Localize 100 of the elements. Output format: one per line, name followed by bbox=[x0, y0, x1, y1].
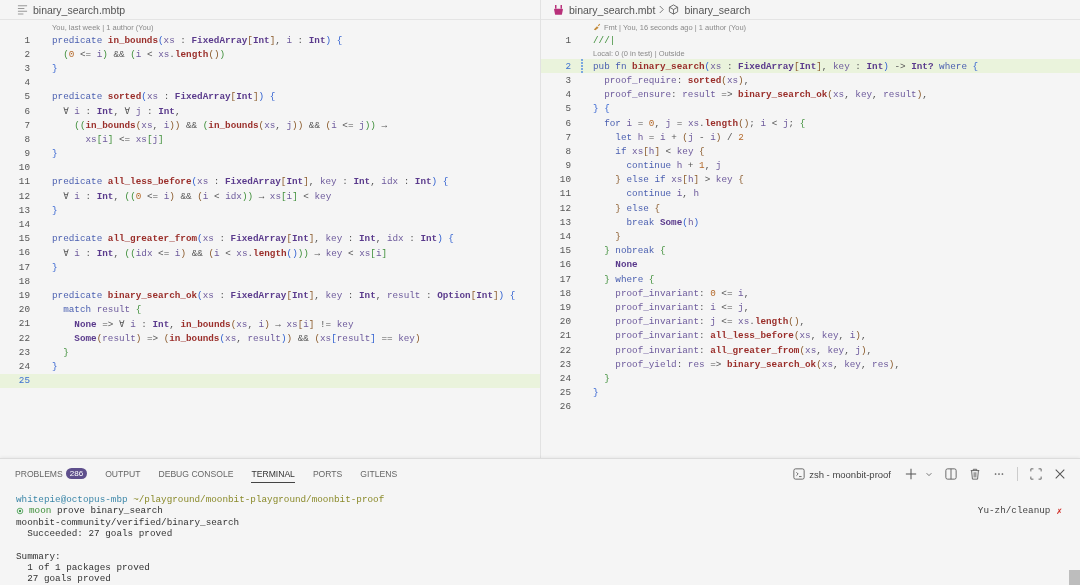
line-number: 10 bbox=[17, 162, 30, 174]
breadcrumb-item[interactable]: binary_search.mbtp bbox=[17, 3, 126, 16]
line-number: 7 bbox=[564, 131, 571, 143]
code-line: let h = i + (j - i) / 2 bbox=[614, 131, 744, 143]
code-line: } nobreak { bbox=[603, 245, 666, 257]
line-number: 18 bbox=[17, 275, 30, 287]
line-number: 2 bbox=[23, 48, 30, 60]
code-line: continue h + 1, j bbox=[625, 160, 722, 172]
line-number: 12 bbox=[17, 190, 30, 202]
split-icon[interactable] bbox=[945, 468, 957, 480]
line-number: 5 bbox=[564, 103, 571, 115]
breadcrumb-item[interactable]: binary_search bbox=[668, 3, 751, 16]
status-mark: ✗ bbox=[1056, 505, 1062, 517]
terminal-line: Summary: bbox=[16, 550, 61, 562]
line-number: 6 bbox=[564, 117, 571, 129]
terminal-line: 27 goals proved bbox=[26, 573, 111, 585]
terminal-line: Succeeded: 27 goals proved bbox=[26, 528, 173, 540]
code-line: } where { bbox=[603, 273, 655, 285]
line-number: 19 bbox=[558, 301, 571, 313]
line-number: 22 bbox=[17, 332, 30, 344]
code-line: proof_invariant: 0 <= i, bbox=[614, 287, 750, 299]
terminal-icon bbox=[793, 468, 806, 480]
trash-icon[interactable] bbox=[969, 468, 981, 480]
line-number: 1 bbox=[564, 34, 571, 46]
file-lines-icon bbox=[17, 4, 28, 15]
panel-tab[interactable]: OUTPUT bbox=[105, 465, 141, 483]
line-number: 6 bbox=[23, 105, 30, 117]
line-number: 24 bbox=[17, 360, 30, 372]
line-number: 25 bbox=[17, 375, 30, 387]
code-line: } bbox=[593, 387, 599, 399]
line-number: 26 bbox=[558, 401, 571, 413]
code-line: } bbox=[52, 261, 58, 273]
panel-tab[interactable]: PORTS bbox=[312, 465, 343, 483]
change-marker bbox=[581, 59, 583, 74]
code-line: if xs[h] < key { bbox=[614, 145, 705, 157]
code-line: } else if xs[h] > key { bbox=[614, 174, 744, 186]
code-line: predicate binary_search_ok(xs : FixedArray[Int], key : Int, result : Option[Int]) { bbox=[52, 289, 516, 301]
code-line: break Some(h) bbox=[625, 216, 700, 228]
line-number: 3 bbox=[23, 62, 30, 74]
code-line: None bbox=[614, 259, 638, 271]
close-icon[interactable] bbox=[1054, 468, 1066, 480]
line-number: 4 bbox=[564, 89, 571, 101]
code-line: proof_invariant: all_less_before(xs, key, i), bbox=[614, 330, 867, 342]
line-number: 15 bbox=[17, 233, 30, 245]
code-line: predicate all_greater_from(xs : FixedArray[Int], key : Int, idx : Int) { bbox=[52, 233, 454, 245]
maximize-icon[interactable] bbox=[1030, 468, 1042, 480]
line-number: 23 bbox=[17, 346, 30, 358]
panel-tab[interactable]: PROBLEMS 286 bbox=[15, 465, 88, 483]
line-number: 16 bbox=[17, 247, 30, 259]
line-number: 20 bbox=[558, 316, 571, 328]
code-line: proof_invariant: j <= xs.length(), bbox=[614, 316, 806, 328]
panel-tab[interactable]: TERMINAL bbox=[251, 465, 295, 483]
code-line: proof_invariant: i <= j, bbox=[614, 301, 750, 313]
line-number: 8 bbox=[564, 145, 571, 157]
line-number: 5 bbox=[23, 91, 30, 103]
breadcrumb-item[interactable]: binary_search.mbt bbox=[553, 3, 656, 16]
line-number: 24 bbox=[558, 372, 571, 384]
line-number: 14 bbox=[17, 219, 30, 231]
code-line: predicate all_less_before(xs : FixedArray[Int], key : Int, idx : Int) { bbox=[52, 176, 449, 188]
line-number: 13 bbox=[17, 204, 30, 216]
line-number: 2 bbox=[564, 60, 571, 72]
terminal-line: moon prove binary_search bbox=[29, 505, 163, 517]
code-line: for i = 0, j = xs.length(); i < j; { bbox=[603, 117, 806, 129]
code-line: pub fn binary_search(xs : FixedArray[Int], key : Int) -> Int? where { bbox=[593, 60, 979, 72]
code-line: proof_yield: res => binary_search_ok(xs, key, res), bbox=[614, 358, 900, 370]
line-number: 12 bbox=[558, 202, 571, 214]
line-number: 3 bbox=[564, 74, 571, 86]
code-line: predicate in_bounds(xs : FixedArray[Int], i : Int) { bbox=[52, 34, 343, 46]
brush-icon bbox=[593, 23, 601, 31]
code-line: } else { bbox=[614, 202, 660, 214]
code-line: None => ∀ i : Int, in_bounds(xs, i) → xs[i] != key bbox=[73, 317, 354, 330]
code-line: xs[i] <= xs[j] bbox=[84, 133, 164, 145]
code-line: } bbox=[52, 62, 58, 74]
line-number: 9 bbox=[23, 148, 30, 160]
code-line: match result { bbox=[62, 304, 142, 316]
chevron-down-icon[interactable] bbox=[925, 470, 933, 478]
line-number: 11 bbox=[17, 176, 30, 188]
line-number: 18 bbox=[558, 287, 571, 299]
terminal-selector[interactable]: zsh - moonbit-proof bbox=[793, 468, 891, 480]
code-line: proof_ensure: result => binary_search_ok(xs, key, result), bbox=[603, 89, 928, 101]
line-number: 23 bbox=[558, 358, 571, 370]
code-line: continue i, h bbox=[625, 188, 700, 200]
status-dot-icon bbox=[16, 506, 24, 515]
code-line: ∀ i : Int, ((idx <= i) && (i < xs.length())) → key < xs[i] bbox=[62, 246, 388, 259]
code-line: (0 <= i) && (i < xs.length()) bbox=[62, 48, 226, 60]
git-branch: Yu-zh/cleanup bbox=[977, 505, 1051, 517]
code-line: } bbox=[62, 346, 69, 358]
line-number: 19 bbox=[17, 289, 30, 301]
line-number: 17 bbox=[17, 261, 30, 273]
panel-tab[interactable]: DEBUG CONSOLE bbox=[158, 465, 234, 483]
line-number: 13 bbox=[558, 216, 571, 228]
line-number: 17 bbox=[558, 273, 571, 285]
terminal-line: 1 of 1 packages proved bbox=[26, 561, 150, 573]
plus-icon[interactable] bbox=[905, 468, 917, 480]
line-number: 7 bbox=[23, 119, 30, 131]
code-line: } bbox=[52, 360, 58, 372]
count-badge: 286 bbox=[65, 468, 88, 479]
panel-tab[interactable]: GITLENS bbox=[360, 465, 398, 483]
code-line: ((in_bounds(xs, i)) && (in_bounds(xs, j)) && (i <= j)) → bbox=[73, 119, 388, 131]
code-line: ///| bbox=[593, 34, 616, 46]
